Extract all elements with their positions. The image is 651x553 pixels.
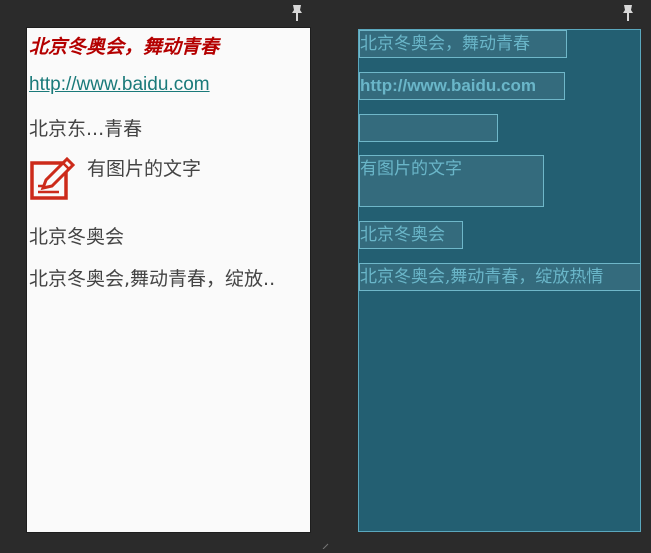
blueprint-ellipsis[interactable] (359, 114, 498, 142)
pin-icon[interactable] (290, 4, 304, 22)
blueprint-marquee[interactable]: 北京冬奥会,舞动青春，绽放热情 (359, 263, 640, 291)
blueprint-plain-text[interactable]: 北京冬奥会 (359, 221, 463, 249)
design-preview: 北京冬奥会，舞动青春 http://www.baidu.com 北京东...青春… (27, 28, 310, 532)
link-text[interactable]: http://www.baidu.com (29, 74, 210, 96)
blueprint-link[interactable]: http://www.baidu.com (359, 72, 565, 100)
blueprint-preview: 北京冬奥会，舞动青春 http://www.baidu.com 有图片的文字 北… (358, 29, 641, 532)
image-text-row: 有图片的文字 (29, 154, 201, 202)
blueprint-title[interactable]: 北京冬奥会，舞动青春 (359, 30, 567, 58)
blueprint-image-text[interactable]: 有图片的文字 (359, 155, 544, 207)
image-text-label: 有图片的文字 (87, 158, 202, 180)
marquee-text: 北京冬奥会,舞动青春，绽放.. (29, 268, 276, 290)
resize-handle-icon[interactable] (322, 534, 332, 550)
ellipsis-text: 北京东...青春 (29, 118, 143, 140)
title-text: 北京冬奥会，舞动青春 (29, 36, 220, 58)
plain-text: 北京冬奥会 (29, 226, 125, 248)
edit-note-icon (29, 154, 77, 202)
pin-icon[interactable] (621, 4, 635, 22)
